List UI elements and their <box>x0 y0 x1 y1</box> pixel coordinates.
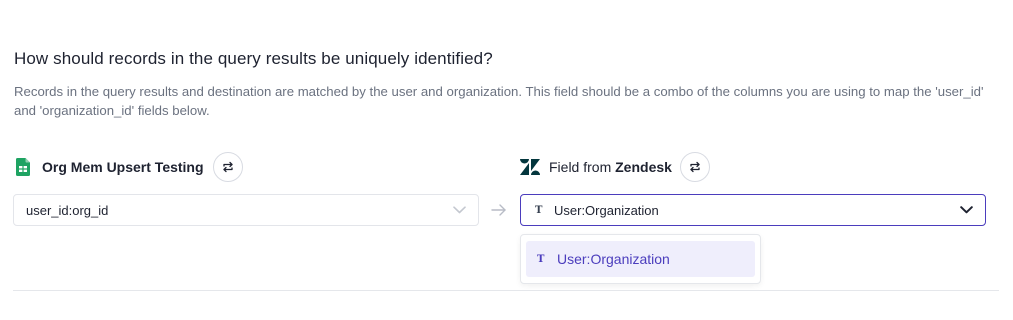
section-divider <box>13 290 999 291</box>
source-field-select[interactable]: user_id:org_id <box>13 194 479 226</box>
destination-field-dropdown: T User:Organization <box>520 234 761 284</box>
text-type-icon: T <box>537 253 545 265</box>
source-field-value: user_id:org_id <box>26 202 109 218</box>
section-question: How should records in the query results … <box>14 49 493 68</box>
identifier-section: How should records in the query results … <box>0 0 1013 320</box>
destination-field-select[interactable]: T User:Organization <box>520 194 986 226</box>
zendesk-icon <box>520 159 540 175</box>
google-sheets-icon <box>16 158 30 176</box>
swap-icon <box>690 161 700 173</box>
destination-field-value: User:Organization <box>554 202 659 218</box>
swap-icon <box>222 161 233 173</box>
destination-header: Field from Zendesk <box>520 152 710 182</box>
section-description: Records in the query results and destina… <box>14 84 984 118</box>
dropdown-option-label: User:Organization <box>557 251 670 267</box>
destination-name: Zendesk <box>615 159 672 175</box>
arrow-right-icon <box>491 204 506 216</box>
source-swap-button[interactable] <box>212 152 243 182</box>
source-header: Org Mem Upsert Testing <box>16 152 243 182</box>
destination-label-prefix: Field from <box>549 159 612 175</box>
destination-swap-button[interactable] <box>679 152 710 182</box>
text-type-icon: T <box>535 204 543 216</box>
chevron-down-icon <box>960 206 973 214</box>
chevron-down-icon <box>453 206 466 214</box>
dropdown-option[interactable]: T User:Organization <box>526 241 755 277</box>
source-model-name: Org Mem Upsert Testing <box>42 159 204 175</box>
